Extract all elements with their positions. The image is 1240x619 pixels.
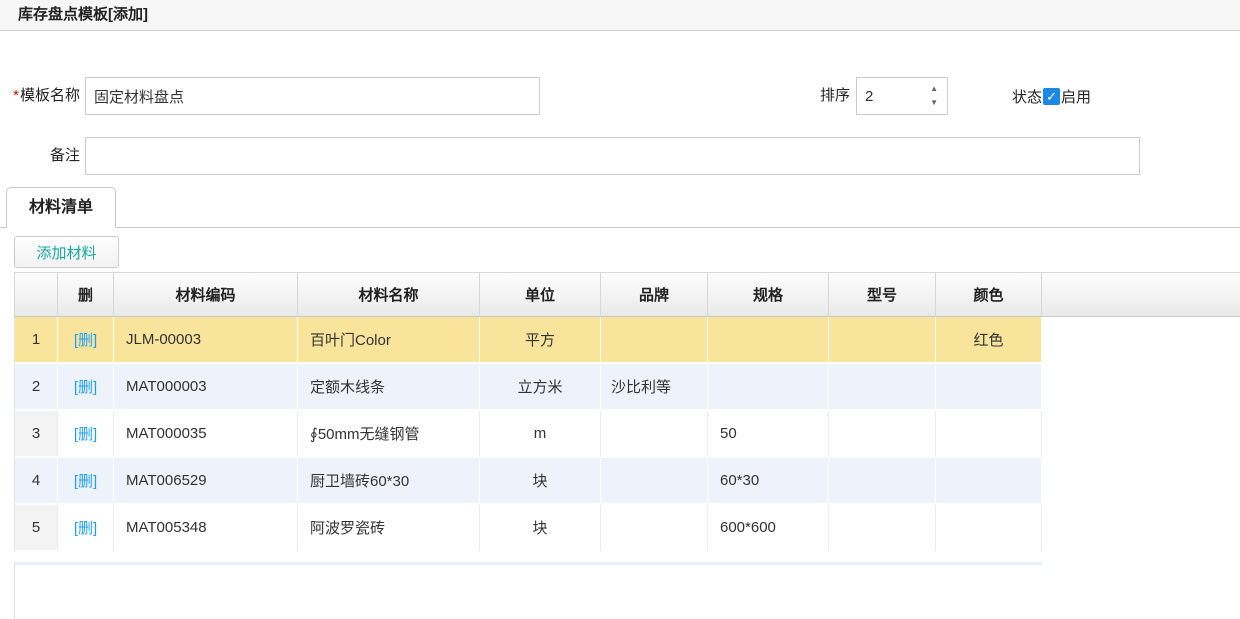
cell-spec: 600*600: [708, 505, 829, 552]
row-filler: [1042, 505, 1240, 552]
cell-unit: 立方米: [480, 364, 601, 411]
column-header: 颜色: [936, 272, 1042, 317]
material-table: 删材料编码材料名称单位品牌规格型号颜色 1 [删] JLM-00003 百叶门C…: [14, 272, 1240, 552]
row-delete-cell: [删]: [58, 364, 114, 411]
cell-model: [829, 364, 936, 411]
cell-color: 红色: [936, 317, 1042, 364]
cell-material-name: 百叶门Color: [298, 317, 480, 364]
spinner-up-icon[interactable]: ▲: [930, 85, 938, 93]
table-row: 4 [删] MAT006529 厨卫墙砖60*30 块 60*30: [14, 458, 1240, 505]
cell-model: [829, 458, 936, 505]
column-header: [1042, 272, 1240, 317]
add-material-button[interactable]: 添加材料: [14, 236, 119, 268]
status-field: 状态 启用: [1012, 77, 1091, 115]
cell-spec: [708, 364, 829, 411]
cell-brand: [601, 317, 708, 364]
remark-input[interactable]: [85, 137, 1140, 175]
cell-material-code: MAT005348: [114, 505, 298, 552]
delete-row-link[interactable]: [删]: [74, 426, 97, 443]
delete-row-link[interactable]: [删]: [74, 473, 97, 490]
cell-brand: [601, 411, 708, 458]
table-row: 2 [删] MAT000003 定额木线条 立方米 沙比利等: [14, 364, 1240, 411]
cell-color: [936, 364, 1042, 411]
cell-color: [936, 411, 1042, 458]
cell-model: [829, 411, 936, 458]
table-row: 3 [删] MAT000035 ∮50mm无缝钢管 m 50: [14, 411, 1240, 458]
cell-material-code: MAT006529: [114, 458, 298, 505]
table-row: 5 [删] MAT005348 阿波罗瓷砖 块 600*600: [14, 505, 1240, 552]
cell-color: [936, 505, 1042, 552]
cell-model: [829, 505, 936, 552]
delete-row-link[interactable]: [删]: [74, 379, 97, 396]
cell-spec: [708, 317, 829, 364]
row-index-cell: 3: [14, 411, 58, 458]
cell-material-code: MAT000035: [114, 411, 298, 458]
cell-brand: [601, 458, 708, 505]
cell-unit: m: [480, 411, 601, 458]
table-header-row: 删材料编码材料名称单位品牌规格型号颜色: [14, 272, 1240, 317]
cell-unit: 块: [480, 505, 601, 552]
cell-brand: [601, 505, 708, 552]
row-delete-cell: [删]: [58, 317, 114, 364]
required-asterisk: *: [13, 87, 19, 104]
cell-material-code: JLM-00003: [114, 317, 298, 364]
column-header: 删: [58, 272, 114, 317]
column-header: 单位: [480, 272, 601, 317]
cell-color: [936, 458, 1042, 505]
delete-row-link[interactable]: [删]: [74, 332, 97, 349]
cell-material-name: 阿波罗瓷砖: [298, 505, 480, 552]
table-row: 1 [删] JLM-00003 百叶门Color 平方 红色: [14, 317, 1240, 364]
cell-material-name: ∮50mm无缝钢管: [298, 411, 480, 458]
panel-left-edge: [14, 562, 15, 619]
page-title: 库存盘点模板[添加]: [0, 0, 1240, 31]
cell-unit: 平方: [480, 317, 601, 364]
cell-material-name: 厨卫墙砖60*30: [298, 458, 480, 505]
status-checkbox[interactable]: [1043, 88, 1060, 105]
row-index-cell: 1: [14, 317, 58, 364]
sort-spinner: ▲ ▼: [856, 77, 948, 115]
row-index-cell: 2: [14, 364, 58, 411]
spinner-down-icon[interactable]: ▼: [930, 99, 938, 107]
cell-spec: 60*30: [708, 458, 829, 505]
cell-spec: 50: [708, 411, 829, 458]
column-header: 品牌: [601, 272, 708, 317]
template-name-input[interactable]: [85, 77, 540, 115]
tab-material-list[interactable]: 材料清单: [6, 187, 116, 228]
cell-model: [829, 317, 936, 364]
row-delete-cell: [删]: [58, 411, 114, 458]
row-filler: [1042, 411, 1240, 458]
row-delete-cell: [删]: [58, 505, 114, 552]
column-header: 规格: [708, 272, 829, 317]
column-header: [14, 272, 58, 317]
status-checkbox-label: 启用: [1061, 86, 1091, 107]
row-delete-cell: [删]: [58, 458, 114, 505]
row-index-cell: 5: [14, 505, 58, 552]
remark-label: 备注: [0, 137, 80, 175]
column-header: 型号: [829, 272, 936, 317]
tab-bar: 材料清单: [0, 188, 1240, 228]
cell-material-code: MAT000003: [114, 364, 298, 411]
column-header: 材料编码: [114, 272, 298, 317]
status-label: 状态: [1012, 86, 1042, 107]
column-header: 材料名称: [298, 272, 480, 317]
table-bottom-strip: [15, 562, 1042, 565]
cell-unit: 块: [480, 458, 601, 505]
template-name-label: *模板名称: [0, 77, 80, 115]
cell-material-name: 定额木线条: [298, 364, 480, 411]
inventory-template-add-page: 库存盘点模板[添加] *模板名称 排序 ▲ ▼ 状态 启用 备注 材料清单 添加…: [0, 0, 1240, 619]
sort-label: 排序: [770, 77, 850, 115]
row-filler: [1042, 317, 1240, 364]
row-filler: [1042, 458, 1240, 505]
cell-brand: 沙比利等: [601, 364, 708, 411]
row-index-cell: 4: [14, 458, 58, 505]
row-filler: [1042, 364, 1240, 411]
delete-row-link[interactable]: [删]: [74, 520, 97, 537]
spinner-arrows: ▲ ▼: [930, 77, 938, 115]
